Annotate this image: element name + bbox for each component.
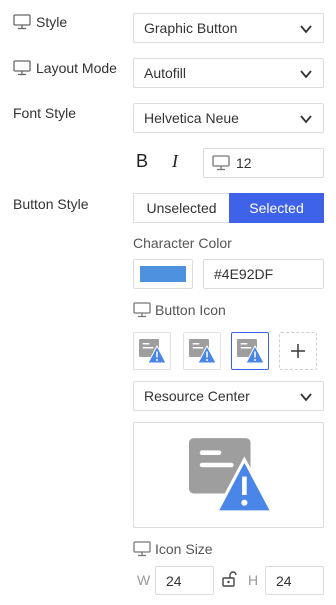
- layout-mode-label-text: Layout Mode: [36, 60, 117, 76]
- resource-warning-icon: [237, 339, 264, 364]
- style-label: Style: [13, 14, 67, 30]
- height-input[interactable]: 24: [265, 566, 324, 595]
- style-label-text: Style: [36, 14, 68, 30]
- selected-tab[interactable]: Selected: [229, 193, 324, 223]
- color-hex-input[interactable]: #4E92DF: [203, 259, 324, 289]
- monitor-icon: [133, 302, 151, 318]
- unlock-icon: [222, 571, 237, 587]
- add-icon-button[interactable]: [279, 332, 317, 370]
- chevron-down-icon: [300, 25, 312, 34]
- italic-button[interactable]: I: [172, 151, 178, 172]
- icon-option-2[interactable]: [183, 332, 221, 370]
- icon-category-value: Resource Center: [144, 388, 250, 404]
- font-style-label-text: Font Style: [13, 105, 77, 121]
- button-style-label: Button Style: [13, 196, 89, 212]
- monitor-icon: [13, 14, 31, 30]
- chevron-down-icon: [300, 115, 312, 124]
- resource-warning-icon: [189, 339, 216, 364]
- character-color-label-text: Character Color: [133, 235, 232, 251]
- icon-option-3-selected[interactable]: [231, 332, 269, 370]
- plus-icon: [291, 344, 305, 358]
- monitor-icon: [133, 541, 151, 557]
- color-swatch-button[interactable]: [133, 259, 193, 289]
- font-style-label: Font Style: [13, 105, 76, 121]
- resource-warning-icon: [139, 339, 166, 364]
- width-input[interactable]: 24: [155, 566, 214, 595]
- font-style-select[interactable]: Helvetica Neue: [133, 103, 324, 133]
- monitor-icon: [13, 60, 31, 76]
- style-select-value: Graphic Button: [144, 20, 238, 36]
- character-color-label: Character Color: [133, 235, 232, 251]
- color-hex-value: #4E92DF: [214, 266, 274, 282]
- font-size-value: 12: [236, 155, 252, 171]
- icon-category-select[interactable]: Resource Center: [133, 381, 324, 411]
- height-label: H: [248, 572, 259, 588]
- resource-warning-icon: [188, 438, 274, 514]
- font-style-select-value: Helvetica Neue: [144, 110, 239, 126]
- chevron-down-icon: [300, 70, 312, 79]
- chevron-down-icon: [300, 393, 312, 402]
- button-icon-label-text: Button Icon: [155, 302, 226, 318]
- layout-mode-select[interactable]: Autofill: [133, 58, 324, 88]
- unselected-tab[interactable]: Unselected: [133, 193, 229, 223]
- layout-mode-label: Layout Mode: [13, 60, 117, 76]
- icon-size-label-text: Icon Size: [155, 541, 213, 557]
- color-swatch: [140, 266, 186, 282]
- button-icon-label: Button Icon: [133, 302, 226, 318]
- button-style-label-text: Button Style: [13, 196, 89, 212]
- icon-option-1[interactable]: [133, 332, 171, 370]
- monitor-icon: [212, 155, 230, 171]
- layout-mode-select-value: Autofill: [144, 65, 187, 81]
- icon-size-label: Icon Size: [133, 541, 213, 557]
- width-label: W: [137, 572, 151, 588]
- height-value: 24: [276, 572, 292, 589]
- width-value: 24: [166, 572, 182, 589]
- font-size-input[interactable]: 12: [203, 148, 324, 178]
- bold-button[interactable]: B: [136, 151, 148, 172]
- icon-preview: [133, 422, 324, 528]
- aspect-lock-button[interactable]: [221, 571, 237, 590]
- style-select[interactable]: Graphic Button: [133, 13, 324, 43]
